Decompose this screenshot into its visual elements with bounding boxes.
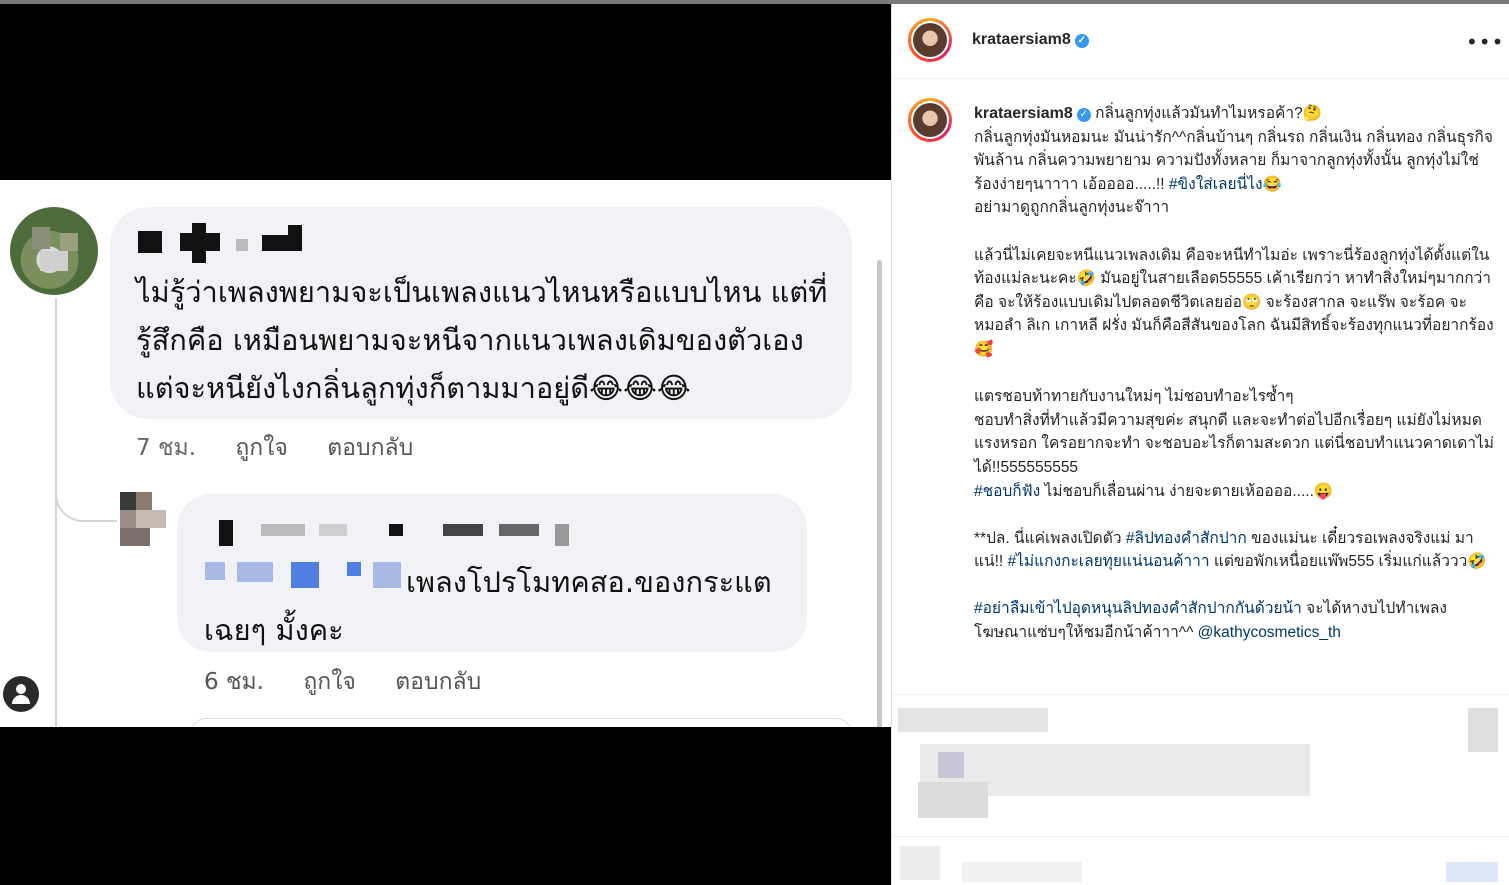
hashtag-link[interactable]: #ลิปทองคำสักปาก (1126, 530, 1247, 547)
caption-verified-badge-icon: ✓ (1076, 108, 1091, 122)
comment-1-meta: 7 ชม. ถูกใจ ตอบกลับ (136, 430, 445, 466)
caption-title: กลิ่นลูกทุ่งแล้วมันทำไมหรอค้า?🤔 (1095, 105, 1322, 122)
letterbox-bottom (0, 727, 891, 885)
caption-line: อย่ามาดูถูกกลิ่นลูกทุ่งนะจ๊าาา (974, 199, 1170, 217)
mention-link[interactable]: @kathycosmetics_th (1198, 624, 1341, 641)
blurred-action-bar (898, 708, 1048, 732)
hashtag-link[interactable]: #อย่าลืมเข้าไปอุดหนุนลิปทองคำสักปากกันด้… (974, 600, 1302, 617)
header-username[interactable]: krataersiam8 ✓ (972, 31, 1089, 49)
comment-2-time: 6 ชม. (204, 669, 265, 695)
commenter-avatar-blurred[interactable] (10, 207, 98, 295)
caption-paragraph: คือ จะให้ร้องแบบเดิมไปตลอดชีวิตเลยอ่อ🙄 จ… (974, 293, 1494, 358)
caption-emoji: 😂 (1262, 175, 1282, 193)
post-header: krataersiam8 ✓ ••• (892, 4, 1509, 79)
comment-1-reply-button[interactable]: ตอบกลับ (327, 435, 413, 461)
comment-1-text: ไม่รู้ว่าเพลงพยามจะเป็นเพลงแนวไหนหรือแบบ… (136, 275, 828, 405)
hashtag-link[interactable]: #ขิงใส่เลยนี่ไง (1169, 176, 1263, 193)
profile-avatar[interactable] (908, 18, 952, 62)
redacted-name-block (236, 239, 248, 251)
anonymous-user-icon (3, 676, 39, 712)
comment-2-meta: 6 ชม. ถูกใจ ตอบกลับ (204, 664, 513, 700)
caption-username[interactable]: krataersiam8 (974, 105, 1073, 122)
post-caption: krataersiam8 ✓ กลิ่นลูกทุ่งแล้วมันทำไมหรอ… (974, 102, 1494, 645)
verified-badge-icon: ✓ (1074, 34, 1089, 48)
redacted-name-block (138, 231, 162, 253)
divider (892, 694, 1509, 695)
header-username-text[interactable]: krataersiam8 (972, 31, 1071, 48)
caption-line: ไม่ชอบก็เลื่อนผ่าน ง่ายจะตายเห้ออออ.....… (1040, 482, 1334, 500)
caption-line: แตรชอบท้าทายกับงานใหม่ๆ ไม่ชอบทำอะไรซ้ำๆ (974, 388, 1294, 406)
reply-thread-line (55, 298, 57, 727)
blurred-bookmark-icon (1468, 708, 1498, 752)
caption-line: **ปล. นี่แค่เพลงเปิดตัว (974, 529, 1126, 547)
divider (892, 836, 1509, 837)
blurred-post-button (1446, 862, 1498, 882)
facebook-comments-screenshot: ไม่รู้ว่าเพลงพยามจะเป็นเพลงแนวไหนหรือแบบ… (0, 180, 891, 727)
reply-thread-connector (55, 470, 117, 522)
blurred-avatar (938, 752, 964, 778)
reply-avatar-blurred[interactable] (120, 492, 166, 548)
letterbox-top (0, 4, 891, 180)
scrollbar[interactable] (877, 260, 882, 727)
comment-1-like-button[interactable]: ถูกใจ (235, 435, 288, 461)
next-comment-bubble-edge (190, 718, 852, 727)
more-options-icon[interactable]: ••• (1466, 30, 1504, 54)
comment-2-like-button[interactable]: ถูกใจ (303, 669, 356, 695)
blurred-block (918, 782, 988, 818)
comment-2-reply-button[interactable]: ตอบกลับ (395, 669, 481, 695)
blurred-comment-input (962, 862, 1082, 882)
caption-paragraph: ชอบทำสิ่งที่ทำแล้วมีความสุขค่ะ สนุกดี แล… (974, 411, 1494, 476)
hashtag-link[interactable]: #ชอบก็ฟัง (974, 483, 1040, 500)
instagram-post-panel: krataersiam8 ✓ ••• krataersiam8 ✓ กลิ่นลูก… (891, 4, 1509, 885)
caption-paragraph: แล้วนี่ไม่เคยจะหนีแนวเพลงเดิม คือจะหนีทำ… (974, 246, 1492, 288)
redacted-name-block (288, 225, 302, 251)
comment-2-text: เพลงโปรโมทคสอ.ของกระแตเฉยๆ มั้งคะ (204, 565, 772, 647)
hashtag-link[interactable]: #ไม่แกงกะเลยทุยแน่นอนค้าาา (1008, 553, 1210, 570)
blurred-emoji-icon (900, 846, 940, 880)
caption-avatar[interactable] (908, 98, 952, 142)
redacted-name-block (192, 223, 206, 263)
comment-1-time: 7 ชม. (136, 435, 197, 461)
caption-line: แต่ขอพักเหนื่อยแพ๊พ555 เริ่มแก่แล้ววว🤣 (1209, 553, 1487, 571)
